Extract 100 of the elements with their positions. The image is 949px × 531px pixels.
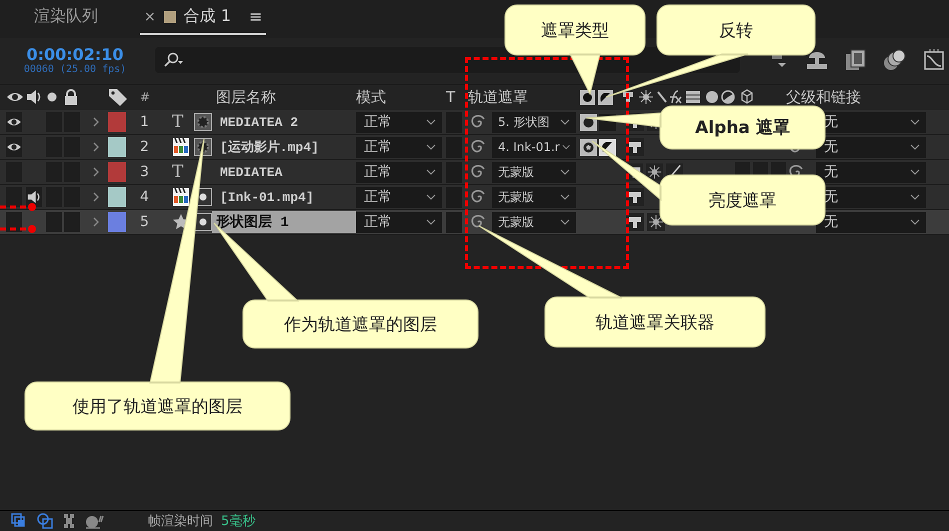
column-header[interactable]: 模式 — [356, 89, 446, 105]
chevron-down-icon[interactable] — [910, 219, 920, 225]
solo-toggle[interactable] — [46, 212, 62, 232]
panel-tab[interactable]: 渲染队列 — [30, 6, 102, 35]
layers-icon[interactable] — [10, 512, 28, 530]
eye-icon[interactable] — [6, 141, 22, 153]
visibility-toggle[interactable] — [6, 212, 22, 232]
chevron-down-icon[interactable] — [910, 169, 920, 175]
preserve-transparency-toggle[interactable] — [446, 212, 462, 232]
layer-name[interactable]: [Ink-01.mp4] — [216, 188, 356, 206]
visibility-toggle[interactable] — [6, 187, 22, 207]
tab-label[interactable]: 渲染队列 — [34, 6, 98, 27]
collapse-icon[interactable] — [626, 188, 644, 206]
layer-name[interactable]: MEDIATEA 2 — [216, 112, 356, 132]
chevron-down-icon[interactable] — [560, 169, 570, 175]
layer-number: 1 — [140, 114, 150, 130]
label-color-swatch[interactable] — [108, 187, 126, 207]
blend-mode-dropdown[interactable]: 正常 — [356, 162, 442, 182]
chevron-down-icon[interactable] — [426, 144, 436, 150]
column-header[interactable]: T — [446, 89, 468, 105]
callout-tooltip-text: 遮罩类型 — [541, 20, 609, 42]
layer-name[interactable]: 形状图层 1 — [212, 211, 356, 233]
lock-toggle[interactable] — [64, 212, 80, 232]
tag-icon[interactable] — [108, 88, 128, 106]
chevron-down-icon[interactable] — [910, 144, 920, 150]
film-icon[interactable] — [844, 48, 868, 72]
overlap-icon[interactable] — [36, 512, 54, 530]
lock-icon[interactable] — [64, 89, 78, 105]
clapboard-icon — [172, 187, 190, 207]
alpha-matte-icon[interactable] — [580, 90, 595, 104]
callout-tooltip-text: 亮度遮罩 — [708, 190, 776, 212]
status-label: 帧渲染时间 — [148, 513, 213, 530]
search-icon — [163, 52, 185, 68]
spheres-icon[interactable] — [882, 48, 908, 72]
bracket-icon[interactable] — [62, 512, 76, 530]
chevron-down-icon[interactable] — [562, 144, 570, 150]
luma-matte-icon[interactable] — [580, 138, 597, 156]
chevron-down-icon[interactable] — [910, 119, 920, 125]
callout-tooltip-text: 轨道遮罩关联器 — [596, 312, 714, 334]
tab-label[interactable]: 合成 1 — [184, 6, 231, 27]
label-color-swatch[interactable] — [108, 137, 126, 157]
sun-icon[interactable] — [646, 163, 664, 181]
menu-icon[interactable]: ≡ — [249, 7, 262, 26]
expand-chevron-icon[interactable] — [92, 116, 100, 128]
text-layer-icon: T — [172, 112, 194, 132]
eye-icon[interactable] — [6, 90, 24, 104]
alpha-matte-icon[interactable] — [580, 114, 597, 130]
parent-dropdown[interactable]: 无 — [816, 212, 926, 232]
track-matte-dropdown[interactable]: 无蒙版 — [492, 212, 576, 232]
chevron-down-icon[interactable] — [910, 194, 920, 200]
chevron-down-icon[interactable] — [560, 194, 570, 200]
chevron-down-icon[interactable] — [426, 119, 436, 125]
label-color-swatch[interactable] — [108, 112, 126, 132]
invert-matte-icon[interactable] — [598, 90, 613, 104]
expand-chevron-icon[interactable] — [92, 141, 100, 153]
timecode[interactable]: 0:00:02:10 — [26, 45, 124, 64]
expand-chevron-icon[interactable] — [92, 216, 100, 228]
track-matte-dropdown[interactable]: 无蒙版 — [492, 162, 576, 182]
label-color-swatch[interactable] — [108, 162, 126, 182]
column-header[interactable]: 图层名称 — [216, 89, 356, 105]
collapse-icon[interactable] — [626, 213, 644, 231]
blend-mode-dropdown[interactable]: 正常 — [356, 186, 442, 208]
visibility-toggle[interactable] — [6, 137, 22, 157]
blend-mode-dropdown[interactable]: 正常 — [356, 112, 442, 132]
track-matte-dropdown[interactable]: 4. Ink-01.r — [492, 136, 576, 158]
track-matte-dropdown[interactable]: 无蒙版 — [492, 186, 576, 208]
layer-number: 3 — [140, 164, 150, 180]
layer-name[interactable]: [运动影片.mp4] — [216, 136, 356, 158]
parent-dropdown[interactable]: 无 — [816, 136, 926, 158]
stamp-icon[interactable] — [804, 49, 830, 71]
eye-icon[interactable] — [6, 116, 22, 128]
column-header[interactable]: 父级和链接 — [786, 89, 930, 105]
blend-mode-dropdown[interactable]: 正常 — [356, 212, 442, 232]
panel-tab[interactable]: × 合成 1 ≡ — [140, 6, 266, 35]
chevron-down-icon[interactable] — [426, 194, 436, 200]
callout-tooltip-text: 反转 — [719, 20, 753, 42]
close-icon[interactable]: × — [144, 8, 156, 24]
blend-mode-dropdown[interactable]: 正常 — [356, 136, 442, 158]
callout-tooltip-text: 作为轨道遮罩的图层 — [284, 314, 437, 336]
column-header[interactable]: # — [140, 89, 172, 105]
expand-chevron-icon[interactable] — [92, 166, 100, 178]
label-color-swatch[interactable] — [108, 212, 126, 232]
callout-tooltip-text: 使用了轨道遮罩的图层 — [72, 396, 242, 418]
audio-toggle[interactable] — [26, 187, 42, 207]
expand-chevron-icon[interactable] — [92, 191, 100, 203]
solo-dot-icon[interactable] — [46, 91, 58, 103]
chevron-down-icon[interactable] — [560, 219, 570, 225]
chevron-down-icon[interactable] — [426, 219, 436, 225]
status-value: 5毫秒 — [221, 513, 256, 530]
layer-row[interactable]: 3 T MEDIATEA 正常 无蒙版 无 — [0, 160, 949, 185]
graph-icon[interactable] — [922, 48, 946, 72]
layer-number: 4 — [140, 189, 150, 205]
track-matte-dropdown[interactable]: 5. 形状图 — [492, 112, 576, 132]
chevron-down-icon[interactable] — [560, 119, 570, 125]
layer-number: 2 — [140, 139, 150, 155]
visibility-toggle[interactable] — [6, 112, 22, 132]
parent-dropdown[interactable]: 无 — [816, 162, 926, 182]
chevron-down-icon[interactable] — [426, 169, 436, 175]
speaker-icon[interactable] — [26, 89, 42, 105]
layer-name[interactable]: MEDIATEA — [216, 162, 356, 182]
